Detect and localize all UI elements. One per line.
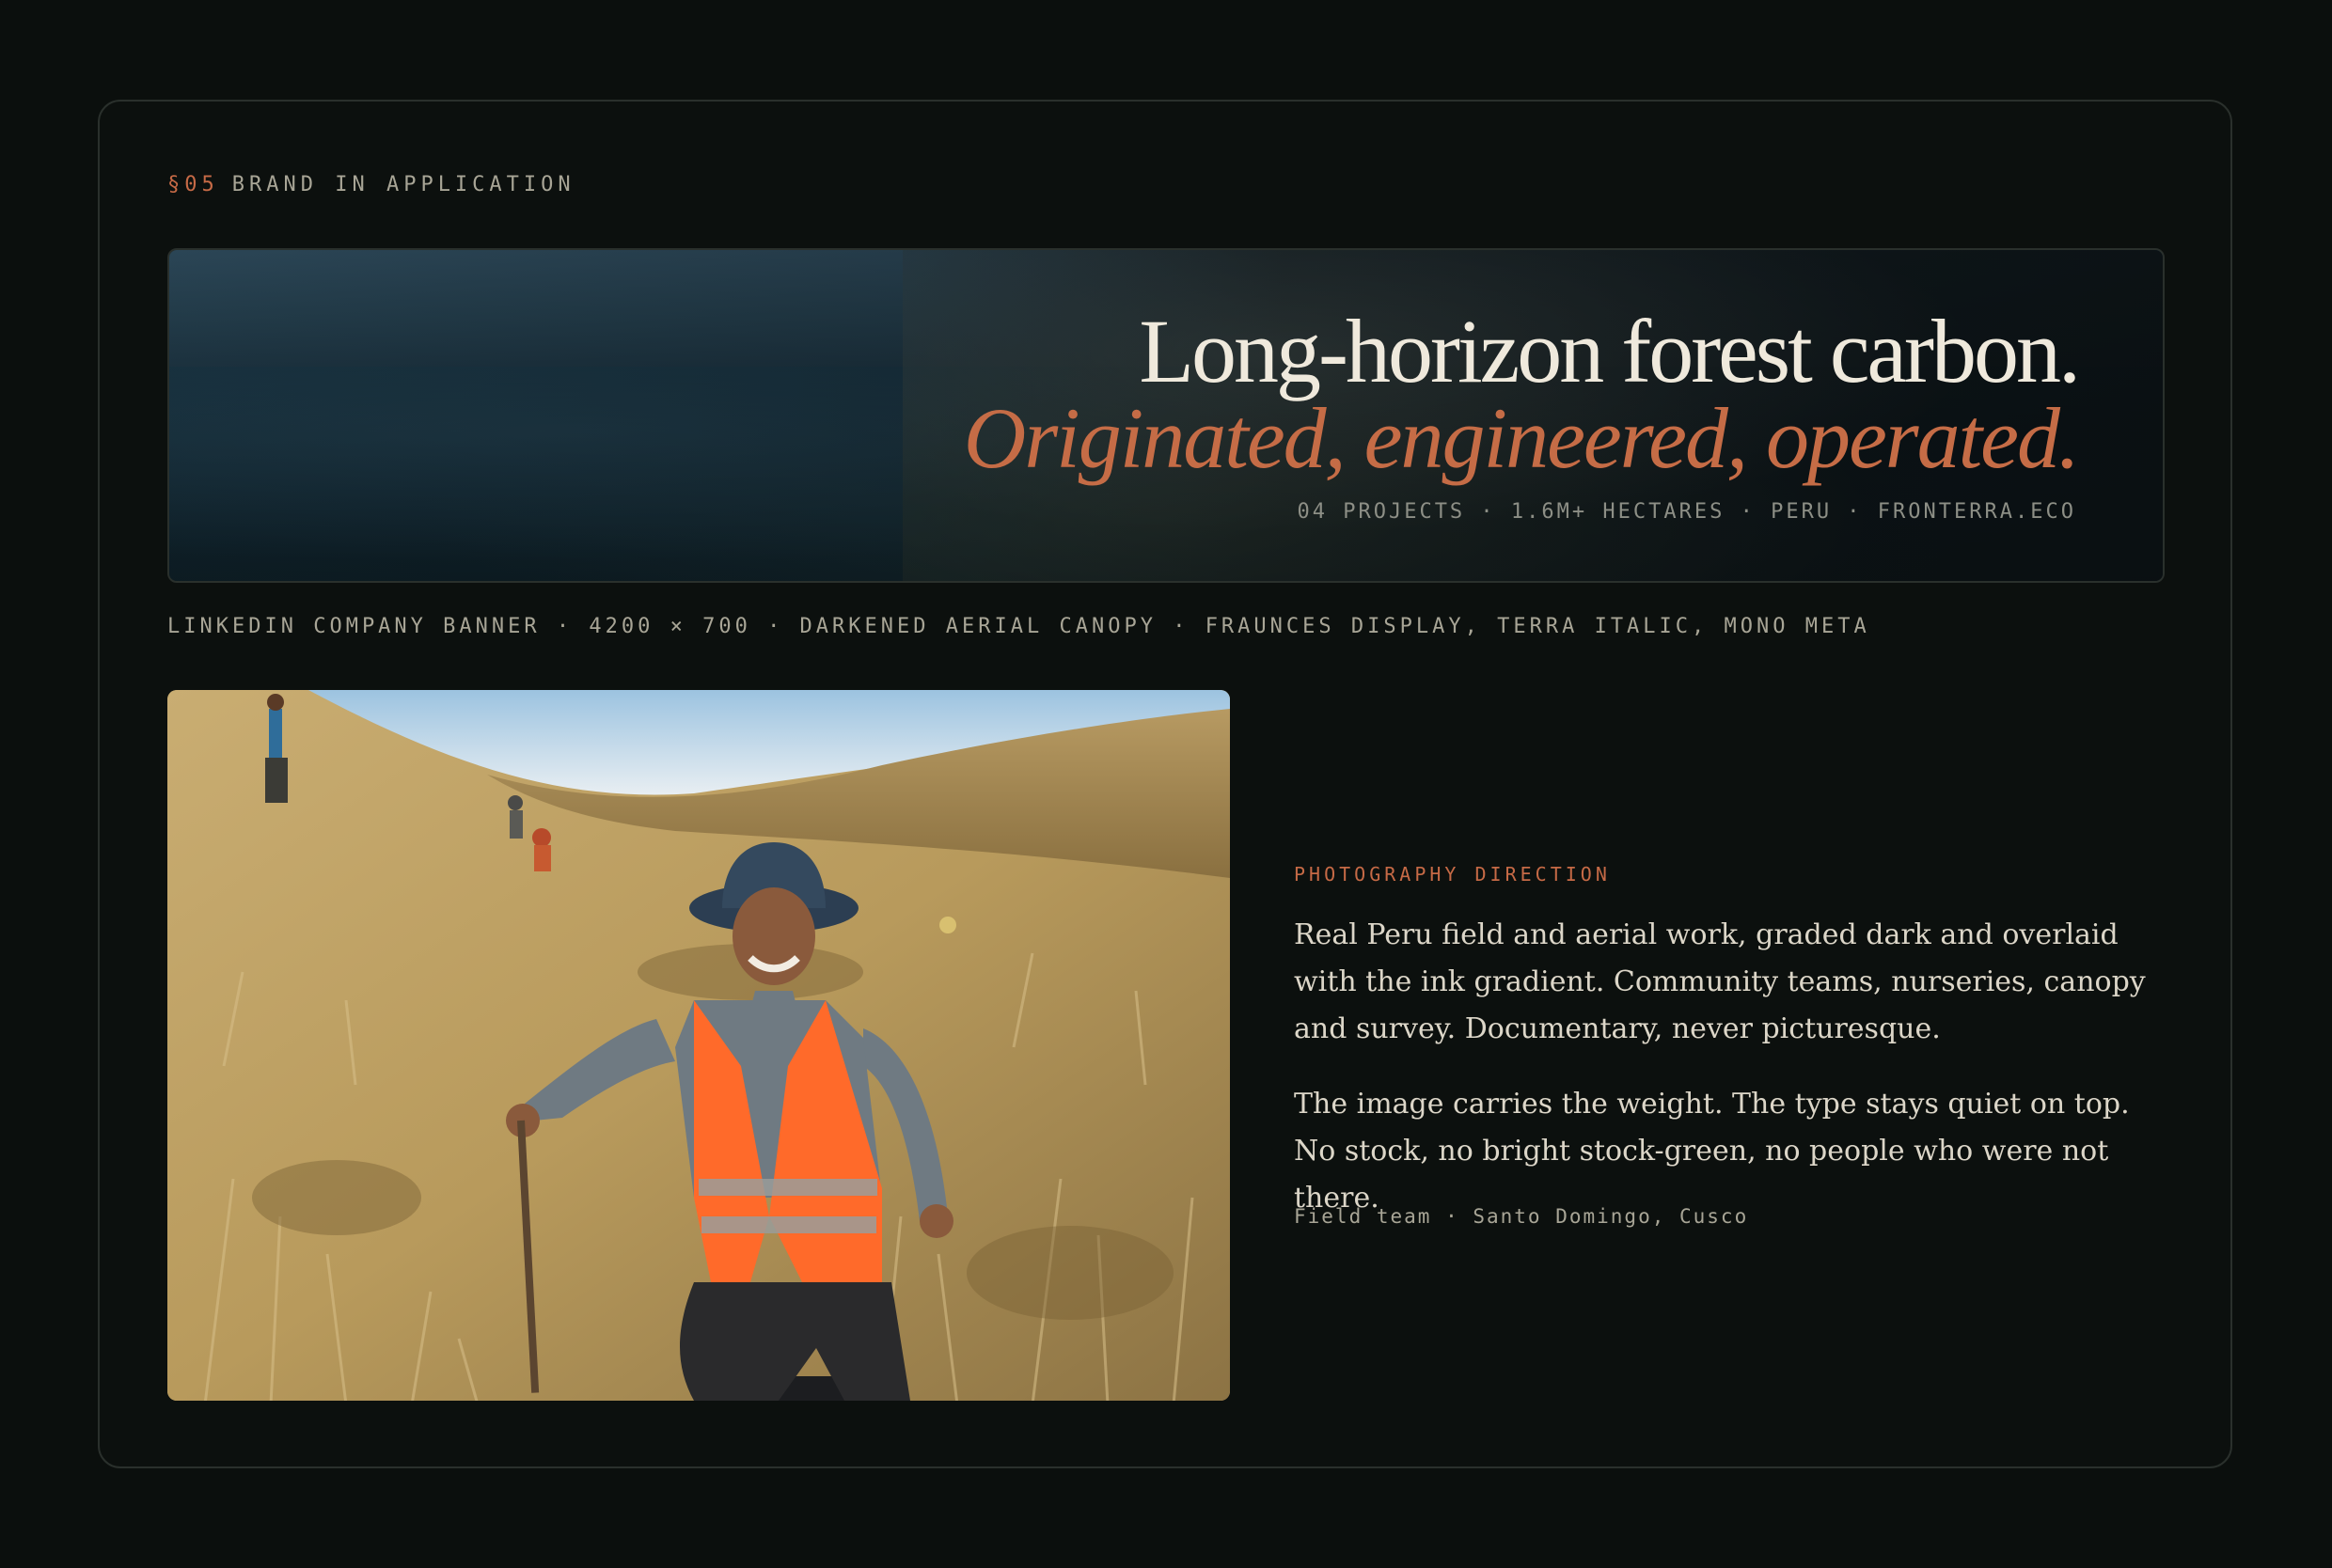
banner-tagline: Originated, engineered, operated. (963, 390, 2080, 486)
banner-meta: 04 PROJECTS · 1.6M+ HECTARES · PERU · FR… (1297, 500, 2076, 524)
photo-credit: Field team · Santo Domingo, Cusco (1294, 1205, 1749, 1228)
field-team-photo (167, 690, 1230, 1401)
linkedin-banner-mockup: Long-horizon forest carbon. Originated, … (167, 248, 2165, 583)
photography-label: PHOTOGRAPHY DIRECTION (1294, 863, 1611, 886)
section-title: BRAND IN APPLICATION (231, 173, 575, 196)
banner-caption: LINKEDIN COMPANY BANNER · 4200 × 700 · D… (167, 615, 1870, 638)
section-number: §05 (167, 173, 219, 196)
section-heading: §05 BRAND IN APPLICATION (167, 173, 575, 196)
photography-paragraph-1: Real Peru field and aerial work, graded … (1294, 918, 2146, 1045)
photography-paragraph-2: The image carries the weight. The type s… (1294, 1088, 2130, 1215)
banner-headline: Long-horizon forest carbon. (1139, 301, 2081, 401)
